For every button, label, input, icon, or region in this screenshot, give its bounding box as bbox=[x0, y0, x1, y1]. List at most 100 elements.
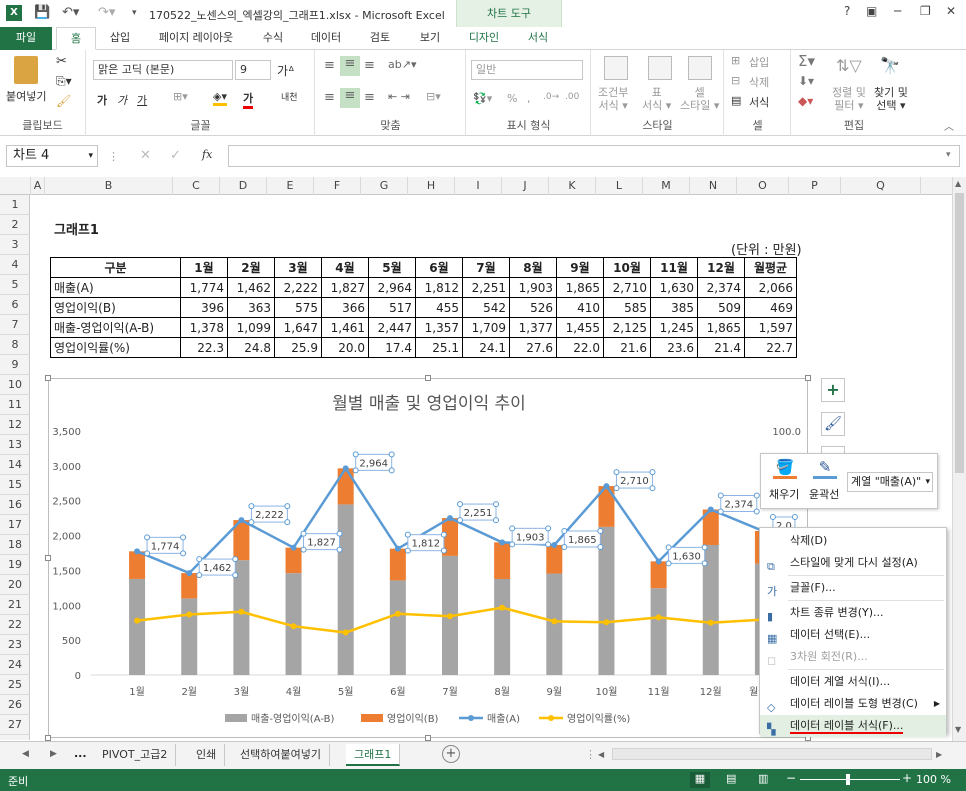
label-handle[interactable] bbox=[248, 503, 255, 510]
sales-point[interactable] bbox=[499, 539, 506, 546]
sheet-tab[interactable]: 인쇄 bbox=[188, 744, 226, 766]
label-handle[interactable] bbox=[613, 469, 620, 476]
margin-point[interactable] bbox=[655, 614, 662, 621]
context-menu-item[interactable]: 가 글꼴(F)... bbox=[760, 577, 946, 599]
table-format-icon[interactable] bbox=[648, 56, 672, 80]
label-handle[interactable] bbox=[336, 546, 343, 553]
margin-point[interactable] bbox=[134, 617, 141, 624]
margin-point[interactable] bbox=[551, 618, 558, 625]
label-handle[interactable] bbox=[180, 550, 187, 557]
save-icon[interactable]: 💾 bbox=[34, 5, 50, 20]
table-header-cell[interactable]: 4월 bbox=[321, 257, 369, 278]
label-handle[interactable] bbox=[248, 519, 255, 526]
context-menu-item[interactable]: 삭제(D) bbox=[760, 530, 946, 552]
row-header[interactable]: 14 bbox=[0, 455, 30, 475]
data-label[interactable]: 1,774 bbox=[151, 541, 180, 552]
paste-button[interactable]: 붙여넣기 bbox=[6, 88, 46, 104]
table-cell[interactable]: 1,377 bbox=[509, 317, 557, 338]
context-menu-item[interactable]: ⧉ 스타일에 맞게 다시 설정(A) bbox=[760, 552, 946, 574]
label-handle[interactable] bbox=[753, 508, 760, 515]
table-cell[interactable]: 1,245 bbox=[650, 317, 698, 338]
margin-point[interactable] bbox=[447, 613, 453, 620]
chart-resize-handle[interactable] bbox=[805, 375, 811, 381]
column-header-f[interactable]: F bbox=[314, 177, 361, 195]
table-header-cell[interactable]: 구분 bbox=[50, 257, 181, 278]
normal-view-icon[interactable]: ▦ bbox=[690, 772, 710, 788]
table-cell[interactable]: 2,251 bbox=[462, 277, 510, 298]
row-header[interactable]: 24 bbox=[0, 655, 30, 675]
label-handle[interactable] bbox=[196, 572, 203, 579]
align-top-icon[interactable]: ≡ bbox=[324, 58, 335, 73]
row-header[interactable]: 5 bbox=[0, 275, 30, 295]
label-handle[interactable] bbox=[597, 543, 604, 550]
label-handle[interactable] bbox=[232, 572, 239, 579]
autosum-icon[interactable]: Σ▾ bbox=[798, 52, 815, 70]
row-header[interactable]: 23 bbox=[0, 635, 30, 655]
table-cell[interactable]: 27.6 bbox=[509, 337, 557, 358]
hscroll-left-icon[interactable]: ◀ bbox=[598, 750, 604, 759]
table-header-cell[interactable]: 1월 bbox=[180, 257, 228, 278]
label-handle[interactable] bbox=[493, 501, 499, 508]
phonetic-button[interactable]: 내천 bbox=[281, 90, 298, 103]
tab-design[interactable]: 디자인 bbox=[458, 27, 510, 50]
font-size-select[interactable]: 9 bbox=[235, 60, 271, 80]
table-cell[interactable]: 517 bbox=[368, 297, 416, 318]
table-cell[interactable]: 366 bbox=[321, 297, 369, 318]
row-header[interactable]: 18 bbox=[0, 535, 30, 555]
font-color-button[interactable]: 가 bbox=[243, 90, 254, 109]
label-handle[interactable] bbox=[545, 525, 552, 532]
table-cell[interactable]: 385 bbox=[650, 297, 698, 318]
italic-button[interactable]: 가 bbox=[117, 92, 127, 108]
row-header[interactable]: 12 bbox=[0, 415, 30, 435]
bar-segment-profit[interactable] bbox=[494, 542, 511, 580]
table-cell[interactable]: 22.3 bbox=[180, 337, 228, 358]
row-header[interactable]: 10 bbox=[0, 375, 30, 395]
bar-segment-profit[interactable] bbox=[650, 561, 667, 589]
context-menu-item[interactable]: ◇ 데이터 레이블 도형 변경(C) ▶ bbox=[760, 693, 946, 715]
help-icon[interactable]: ? bbox=[844, 4, 850, 18]
table-cell[interactable]: 526 bbox=[509, 297, 557, 318]
label-handle[interactable] bbox=[336, 530, 343, 537]
sales-point[interactable] bbox=[394, 545, 401, 552]
table-cell[interactable]: 1,812 bbox=[415, 277, 463, 298]
data-label[interactable]: 2,374 bbox=[724, 499, 753, 510]
table-header-cell[interactable]: 5월 bbox=[368, 257, 416, 278]
table-cell[interactable]: 1,597 bbox=[744, 317, 797, 338]
bar-segment-base[interactable] bbox=[337, 504, 354, 675]
table-cell[interactable]: 22.7 bbox=[744, 337, 797, 358]
table-cell[interactable]: 2,447 bbox=[368, 317, 416, 338]
table-header-cell[interactable]: 6월 bbox=[415, 257, 463, 278]
label-handle[interactable] bbox=[284, 519, 291, 526]
data-label[interactable]: 2,710 bbox=[620, 476, 649, 487]
borders-icon[interactable]: ⊞▾ bbox=[173, 90, 188, 103]
expand-formula-icon[interactable]: ▾ bbox=[946, 150, 951, 160]
sales-point[interactable] bbox=[707, 506, 714, 513]
table-cell[interactable]: 1,099 bbox=[227, 317, 275, 338]
table-format-button[interactable]: 표 서식 ▾ bbox=[642, 86, 671, 112]
label-handle[interactable] bbox=[701, 560, 708, 567]
sales-point[interactable] bbox=[342, 465, 349, 472]
format-painter-icon[interactable]: 🖌 bbox=[56, 94, 71, 108]
underline-button[interactable]: 가 bbox=[137, 92, 147, 108]
column-header-j[interactable]: J bbox=[502, 177, 549, 195]
table-header-cell[interactable]: 월평균 bbox=[744, 257, 797, 278]
row-header[interactable]: 27 bbox=[0, 715, 30, 735]
new-sheet-icon[interactable]: + bbox=[442, 745, 460, 763]
table-cell[interactable]: 1,455 bbox=[556, 317, 604, 338]
bold-button[interactable]: 가 bbox=[97, 92, 107, 108]
sheet-title[interactable]: 그래프1 bbox=[54, 219, 99, 238]
zoom-out-icon[interactable]: − bbox=[786, 771, 796, 785]
column-header-h[interactable]: H bbox=[408, 177, 455, 195]
font-name-select[interactable]: 맑은 고딕 (본문) bbox=[93, 60, 233, 80]
table-cell[interactable]: 1,865 bbox=[556, 277, 604, 298]
data-label[interactable]: 1,827 bbox=[307, 538, 336, 549]
table-cell[interactable]: 매출(A) bbox=[50, 277, 181, 298]
zoom-slider[interactable] bbox=[800, 779, 900, 780]
table-cell[interactable]: 363 bbox=[227, 297, 275, 318]
label-handle[interactable] bbox=[769, 513, 776, 520]
margin-point[interactable] bbox=[186, 611, 193, 618]
row-header[interactable]: 22 bbox=[0, 615, 30, 635]
label-handle[interactable] bbox=[457, 501, 463, 508]
table-cell[interactable]: 396 bbox=[180, 297, 228, 318]
bar-segment-profit[interactable] bbox=[389, 548, 406, 581]
